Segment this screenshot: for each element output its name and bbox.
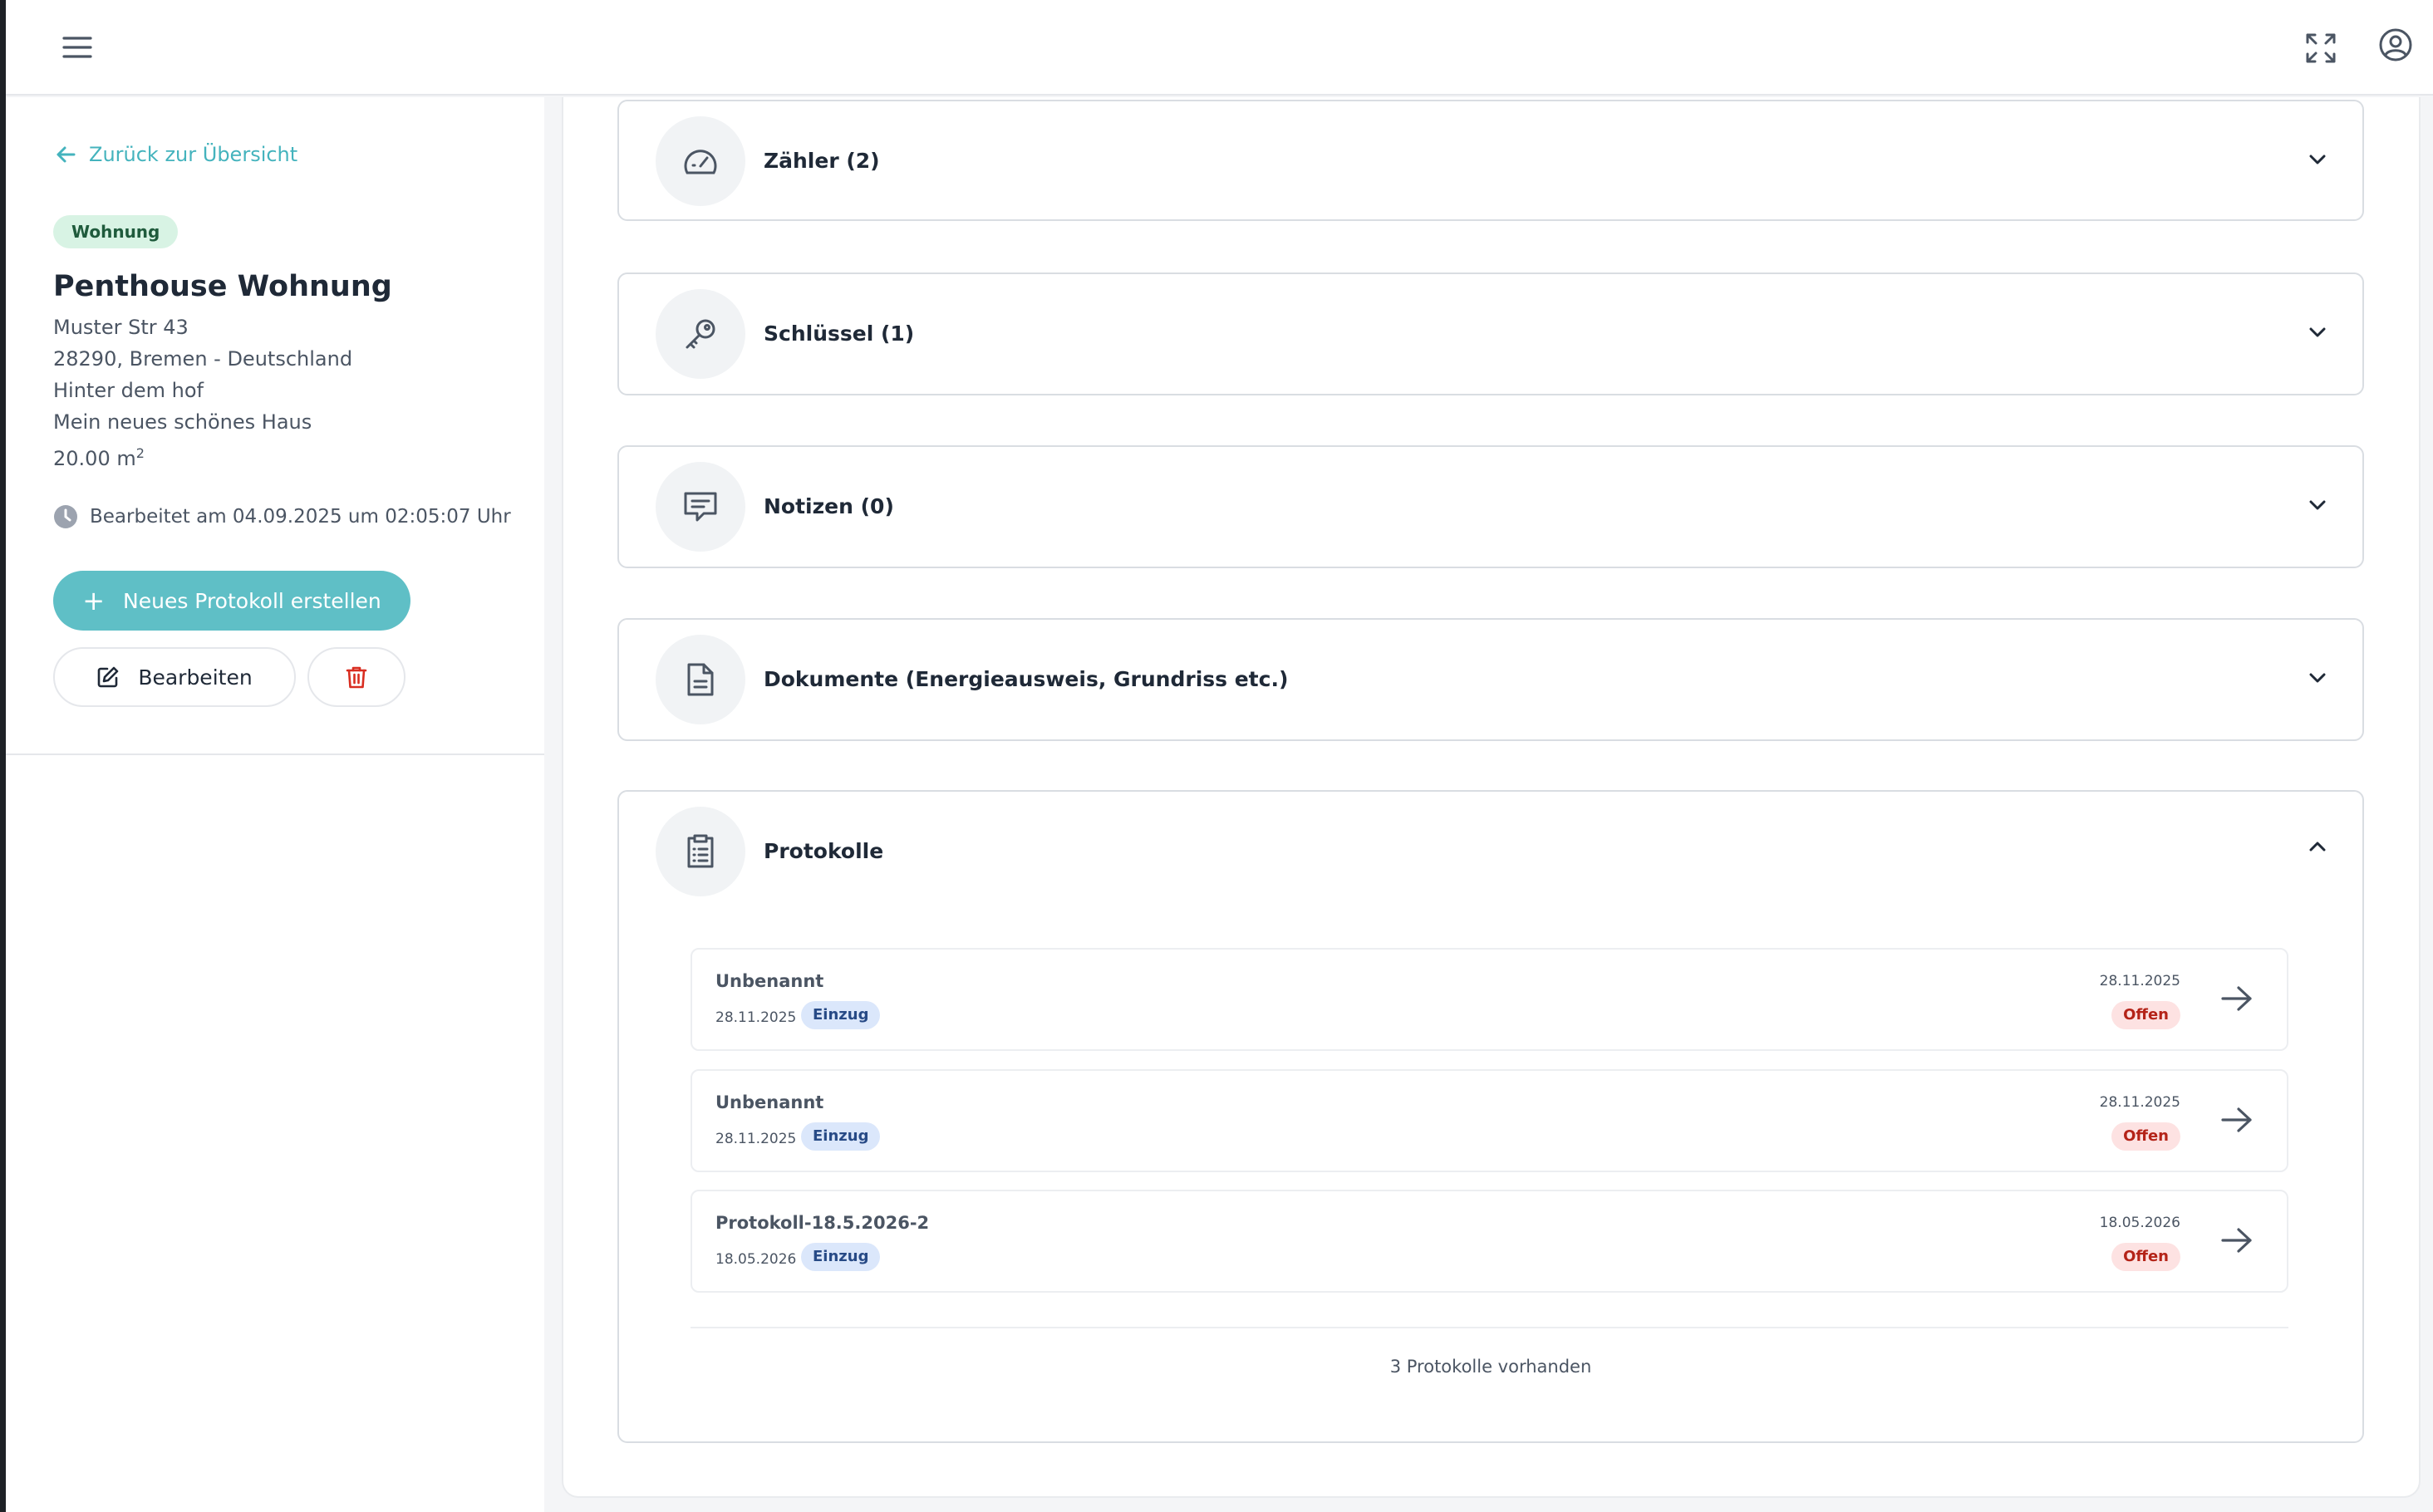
property-sidebar: Zurück zur Übersicht Wohnung Penthouse W… [6, 97, 544, 1512]
section-protocols-label: Protokolle [764, 839, 884, 863]
protocol-type-badge: Einzug [801, 1122, 881, 1151]
section-keys-label: Schlüssel (1) [764, 322, 915, 346]
protocol-type-badge: Einzug [801, 1243, 881, 1271]
last-edited: Bearbeitet am 04.09.2025 um 02:05:07 Uhr [53, 504, 511, 529]
property-details: Zurück zur Übersicht Wohnung Penthouse W… [6, 97, 544, 755]
window-edge [0, 0, 6, 1512]
section-documents: Dokumente (Energieausweis, Grundriss etc… [617, 618, 2364, 741]
protocol-type-badge: Einzug [801, 1001, 881, 1029]
back-link-label: Zurück zur Übersicht [89, 143, 298, 166]
chevron-down-icon [2309, 155, 2326, 164]
section-protocols-header[interactable]: Protokolle [619, 792, 2362, 911]
key-icon [686, 319, 715, 349]
section-keys-header[interactable]: Schlüssel (1) [619, 274, 2362, 394]
area-exponent: 2 [135, 445, 145, 461]
protocol-name: Protokoll-18.5.2026-2 [715, 1213, 930, 1233]
property-note-2: Mein neues schönes Haus [53, 410, 312, 434]
document-icon-wrap [656, 635, 745, 724]
protocol-row[interactable]: Unbenannt 28.11.2025 Einzug 28.11.2025 O… [691, 948, 2288, 1051]
property-area: 20.00 m2 [53, 438, 352, 474]
hamburger-menu-icon [62, 37, 92, 58]
protocol-date: 28.11.2025 [715, 1131, 797, 1147]
chevron-down-icon [2309, 673, 2326, 683]
section-documents-header[interactable]: Dokumente (Energieausweis, Grundriss etc… [619, 620, 2362, 739]
address-city: 28290, Bremen - Deutschland [53, 347, 353, 371]
protocol-date: 28.11.2025 [715, 1009, 797, 1026]
section-notes: Notizen (0) [617, 445, 2364, 568]
last-edited-label: Bearbeitet am 04.09.2025 um 02:05:07 Uhr [90, 506, 511, 528]
user-account-button[interactable] [2376, 25, 2416, 65]
arrow-right-icon[interactable] [2220, 984, 2254, 1013]
clock-icon [54, 505, 77, 528]
section-meters-header[interactable]: Zähler (2) [619, 101, 2362, 221]
section-notes-header[interactable]: Notizen (0) [619, 447, 2362, 567]
main-content: Zähler (2) Schlüssel (1) Notizen (0) Dok… [562, 97, 2421, 1498]
chevron-down-icon [2309, 500, 2326, 510]
area-value: 20.00 m [53, 447, 136, 470]
gauge-icon-wrap [656, 116, 745, 206]
trash-icon [346, 666, 367, 689]
clipboard-list-icon [687, 834, 714, 868]
protocol-status-badge: Offen [2111, 1122, 2180, 1151]
edit-button[interactable]: Bearbeiten [53, 647, 296, 707]
fullscreen-icon [2306, 33, 2336, 63]
edit-icon [98, 666, 119, 688]
gauge-icon [684, 150, 717, 174]
fullscreen-button[interactable] [2301, 28, 2341, 68]
protocol-row[interactable]: Protokoll-18.5.2026-2 18.05.2026 Einzug … [691, 1190, 2288, 1293]
arrow-right-icon[interactable] [2220, 1226, 2254, 1254]
section-meters: Zähler (2) [617, 100, 2364, 221]
section-meters-label: Zähler (2) [764, 149, 880, 173]
document-icon [687, 663, 714, 696]
plus-icon: + [82, 585, 106, 616]
new-protocol-label: Neues Protokoll erstellen [123, 588, 381, 613]
property-title: Penthouse Wohnung [53, 270, 392, 303]
edit-label: Bearbeiten [138, 665, 253, 690]
protocol-status-badge: Offen [2111, 1001, 2180, 1029]
address-street: Muster Str 43 [53, 316, 189, 339]
section-protocols: Protokolle Unbenannt 28.11.2025 Einzug 2… [617, 790, 2364, 1443]
arrow-right-icon[interactable] [2220, 1106, 2254, 1134]
user-circle-icon [2379, 28, 2412, 61]
message-icon [684, 492, 717, 522]
property-address: Muster Str 43 28290, Bremen - Deutschlan… [53, 312, 352, 474]
protocol-right-date: 28.11.2025 [2099, 1094, 2180, 1111]
protocol-right-date: 18.05.2026 [2099, 1215, 2180, 1231]
section-keys: Schlüssel (1) [617, 272, 2364, 395]
protocols-count: 3 Protokolle vorhanden [1389, 1357, 1592, 1377]
protocol-date: 18.05.2026 [715, 1251, 797, 1268]
chevron-up-icon [2309, 842, 2326, 852]
protocol-right-date: 28.11.2025 [2099, 973, 2180, 989]
key-icon-wrap [656, 289, 745, 379]
property-note-1: Hinter dem hof [53, 379, 204, 402]
clipboard-icon-wrap [656, 807, 745, 896]
back-to-overview-link[interactable]: Zurück zur Übersicht [56, 143, 297, 166]
protocols-divider [691, 1327, 2288, 1328]
protocol-name: Unbenannt [715, 1092, 824, 1112]
protocol-status-badge: Offen [2111, 1243, 2180, 1271]
menu-button[interactable] [54, 30, 101, 65]
protocol-name: Unbenannt [715, 971, 824, 991]
protocol-row[interactable]: Unbenannt 28.11.2025 Einzug 28.11.2025 O… [691, 1069, 2288, 1172]
new-protocol-button[interactable]: + Neues Protokoll erstellen [53, 571, 410, 631]
top-bar [6, 0, 2433, 96]
section-documents-label: Dokumente (Energieausweis, Grundriss etc… [764, 667, 1289, 691]
chevron-down-icon [2309, 327, 2326, 337]
section-notes-label: Notizen (0) [764, 494, 894, 518]
message-icon-wrap [656, 462, 745, 552]
delete-button[interactable] [307, 647, 406, 707]
arrow-left-icon [57, 146, 76, 163]
property-type-badge: Wohnung [53, 215, 179, 248]
